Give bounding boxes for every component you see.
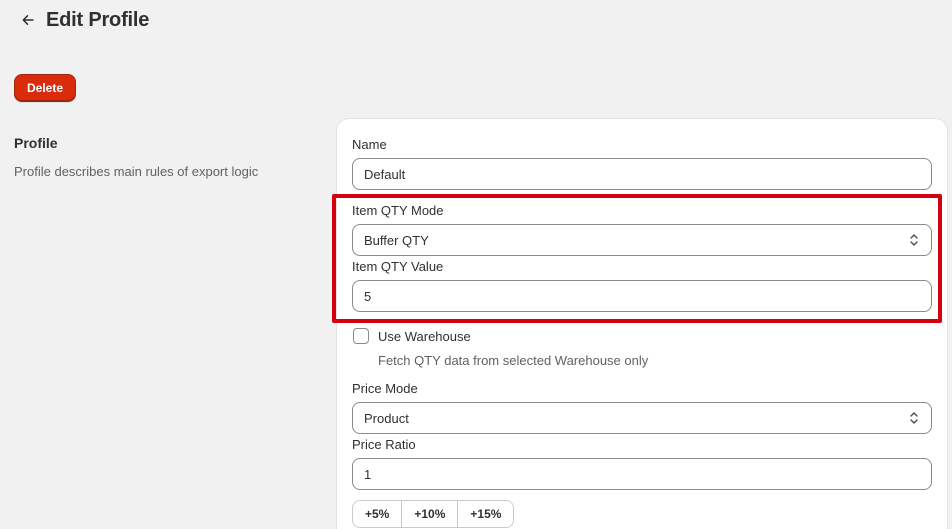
item-qty-value-input[interactable] [352, 280, 932, 312]
ratio-plus-10-button[interactable]: +10% [401, 501, 458, 527]
page-title: Edit Profile [46, 8, 150, 31]
item-qty-mode-label: Item QTY Mode [352, 203, 444, 218]
price-mode-label: Price Mode [352, 381, 418, 396]
arrow-left-icon [22, 15, 34, 25]
ratio-plus-15-button[interactable]: +15% [457, 501, 514, 527]
item-qty-mode-select[interactable]: Buffer QTY [352, 224, 932, 256]
item-qty-value-label: Item QTY Value [352, 259, 444, 274]
use-warehouse-help: Fetch QTY data from selected Warehouse o… [378, 353, 649, 368]
section-heading: Profile [14, 135, 58, 151]
price-mode-select[interactable]: Product [352, 402, 932, 434]
name-label: Name [352, 137, 387, 152]
price-ratio-label: Price Ratio [352, 437, 416, 452]
chevron-up-down-icon [908, 410, 920, 426]
price-mode-value: Product [364, 410, 409, 426]
use-warehouse-label: Use Warehouse [378, 329, 471, 344]
back-button[interactable] [14, 6, 42, 34]
ratio-plus-5-button[interactable]: +5% [353, 501, 402, 527]
chevron-up-down-icon [908, 232, 920, 248]
price-ratio-button-group: +5% +10% +15% [352, 500, 515, 528]
use-warehouse-checkbox[interactable] [353, 328, 369, 344]
page-header: Edit Profile [14, 6, 149, 34]
name-input[interactable] [352, 158, 932, 190]
section-description: Profile describes main rules of export l… [14, 164, 259, 179]
delete-button[interactable]: Delete [14, 74, 76, 102]
edit-profile-page: Edit Profile Delete Profile Profile desc… [0, 0, 952, 529]
price-ratio-input[interactable] [352, 458, 932, 490]
item-qty-mode-value: Buffer QTY [364, 232, 429, 248]
